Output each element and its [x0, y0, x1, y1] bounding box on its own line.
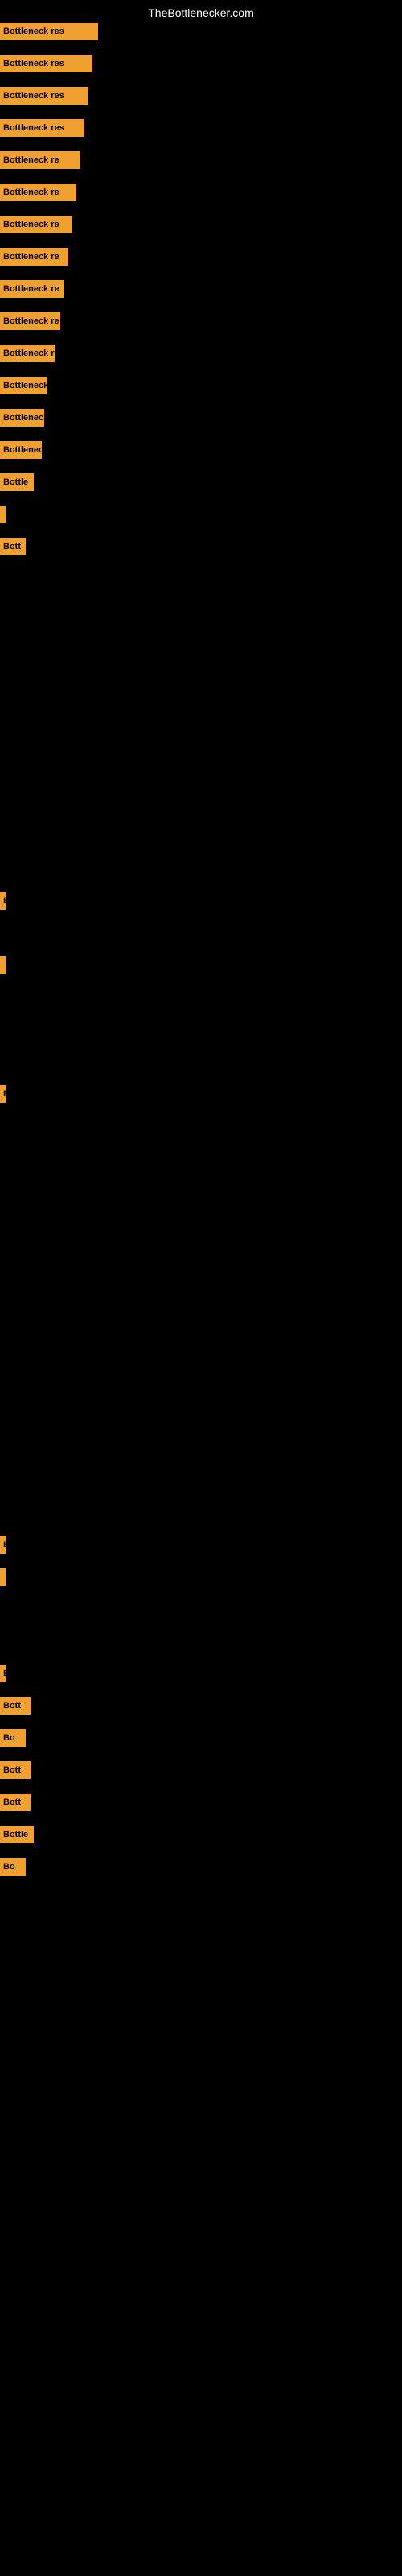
bar-item: Bottle — [0, 473, 34, 491]
bar-item: Bo — [0, 1858, 26, 1876]
bar-item: Bottleneck res — [0, 119, 84, 137]
bar-item: Bottleneck re — [0, 216, 72, 233]
bar-item: B — [0, 892, 6, 910]
bar-item: Bott — [0, 1761, 31, 1779]
bar-item: Bottleneck re — [0, 184, 76, 201]
bar-item: Bottleneck re — [0, 280, 64, 298]
bar-item — [0, 506, 6, 523]
bar-item: Bottleneck — [0, 441, 42, 459]
bar-item — [0, 956, 6, 974]
bar-item: Bottle — [0, 1826, 34, 1843]
bar-item: B — [0, 1085, 6, 1103]
bar-item: Bo — [0, 1729, 26, 1747]
bar-item: Bottleneck — [0, 409, 44, 427]
bar-item: Bott — [0, 1794, 31, 1811]
bar-item: Bottleneck re — [0, 248, 68, 266]
bar-item: Bottleneck res — [0, 55, 92, 72]
bar-item: Bott — [0, 538, 26, 555]
bar-item: Bottleneck res — [0, 87, 88, 105]
bar-item: Bottleneck res — [0, 23, 98, 40]
bar-item — [0, 1568, 6, 1586]
bar-item: Bottleneck re — [0, 312, 60, 330]
bar-item: Bott — [0, 1697, 31, 1715]
bar-item: B — [0, 1665, 6, 1682]
bar-item: Bottleneck — [0, 377, 47, 394]
bar-item: Bottleneck re — [0, 151, 80, 169]
bar-item: B — [0, 1536, 6, 1554]
bar-item: Bottleneck r — [0, 345, 55, 362]
